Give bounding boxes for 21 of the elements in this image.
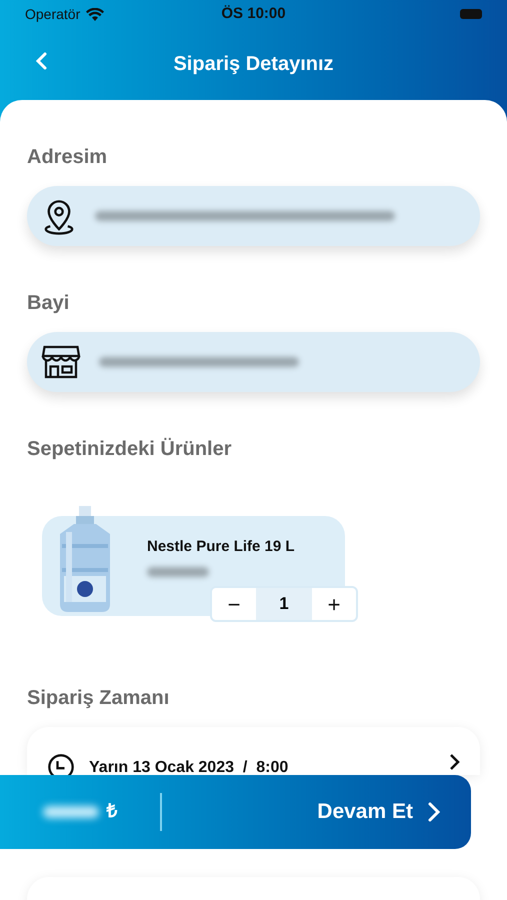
order-time-value: Yarın 13 Ocak 2023 / 8:00	[89, 758, 290, 778]
section-title: Bayi	[26, 291, 70, 316]
order-time-card[interactable]: Yarın 13 Ocak 2023 / 8:00	[27, 727, 480, 775]
chevron-right-icon	[448, 753, 460, 771]
carrier-text: Operatör	[25, 4, 80, 24]
quantity-value: 1	[256, 588, 312, 620]
chevron-right-icon	[427, 801, 441, 823]
section-title: Sipariş Zamanı	[26, 686, 170, 711]
battery-icon	[460, 9, 482, 19]
continue-button[interactable]: Devam Et	[317, 796, 441, 828]
section-title: Sepetinizdeki Ürünler	[26, 436, 232, 462]
increase-button[interactable]: +	[312, 588, 356, 620]
blurred-text	[42, 806, 98, 818]
storefront-icon	[41, 344, 81, 380]
product-name: Nestle Pure Life 19 L	[147, 537, 295, 557]
page-title: Sipariş Detayınız	[173, 52, 334, 77]
clock-text: ÖS 10:00	[221, 4, 286, 24]
wifi-icon	[86, 8, 104, 20]
decrease-button[interactable]: −	[212, 588, 256, 620]
section-title: Adresim	[26, 145, 108, 170]
currency-symbol: ₺	[106, 800, 118, 824]
